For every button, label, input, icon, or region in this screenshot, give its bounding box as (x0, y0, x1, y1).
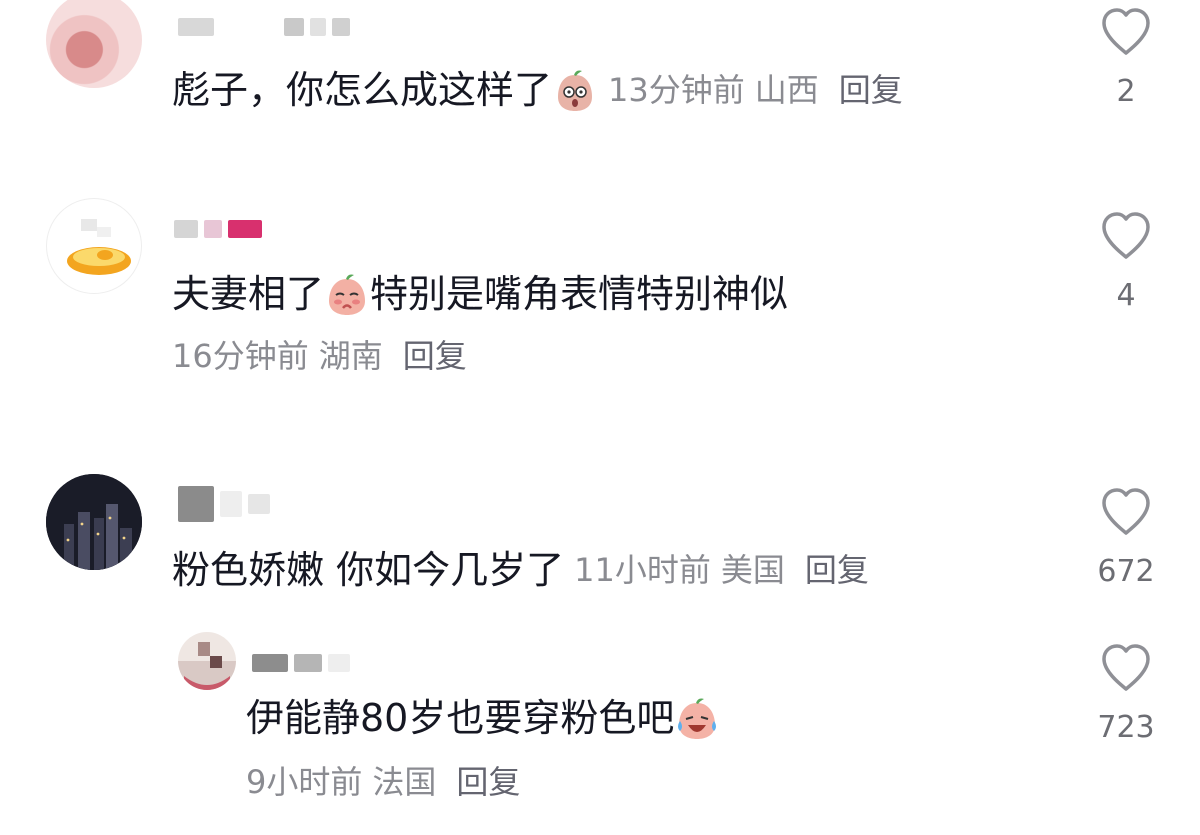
comment-text-row: 夫妻相了 特别是嘴角表情特别神似 (172, 270, 788, 318)
like-button[interactable]: 4 (1096, 210, 1156, 316)
heart-outline-icon (1102, 644, 1150, 691)
like-count: 723 (1097, 710, 1155, 745)
comment-text: 彪子，你怎么成这样了 (172, 68, 553, 112)
comment-text: 夫妻相了 (172, 272, 325, 316)
reply-time: 9小时前 (246, 763, 363, 801)
comment-item: 粉色娇嫩 你如今几岁了 11小时前 美国 回复 672 (0, 460, 1200, 610)
reply-text-row: 伊能静80岁也要穿粉色吧 (246, 694, 720, 742)
avatar-face-icon (184, 642, 230, 690)
comment-time: 16分钟前 (172, 337, 309, 375)
like-button[interactable]: 672 (1096, 486, 1156, 592)
username-blurred[interactable] (178, 14, 350, 40)
comment-item: 彪子，你怎么成这样了 13分钟前 山西 回复 2 (0, 0, 1200, 180)
peach-laugh-cry-emoji-icon (678, 698, 717, 739)
reply-button[interactable]: 回复 (456, 763, 520, 801)
reply-button[interactable]: 回复 (403, 337, 467, 375)
avatar[interactable] (46, 474, 142, 570)
comment-text-continued: 特别是嘴角表情特别神似 (370, 272, 789, 316)
comment-location: 湖南 (318, 337, 383, 375)
peach-shy-emoji-icon (329, 274, 366, 315)
comment-text-row: 粉色娇嫩 你如今几岁了 11小时前 美国 回复 (172, 546, 869, 594)
reply-text: 伊能静80岁也要穿粉色吧 (246, 696, 675, 740)
comment-meta: 13分钟前 山西 回复 (608, 70, 903, 110)
reply-item: 伊能静80岁也要穿粉色吧 9小时前 法国 回复 723 (0, 620, 1200, 835)
avatar-bird-icon (67, 219, 131, 275)
avatar-city-icon (46, 474, 142, 570)
username-blurred[interactable] (252, 650, 350, 676)
heart-outline-icon (1102, 8, 1150, 55)
avatar[interactable] (46, 0, 142, 88)
comment-location: 山西 (754, 71, 819, 109)
heart-outline-icon (1102, 488, 1150, 535)
comment-item: 夫妻相了 特别是嘴角表情特别神似 16分钟前 湖南 回复 4 (0, 190, 1200, 410)
comment-text-row: 彪子，你怎么成这样了 13分钟前 山西 回复 (172, 66, 903, 114)
avatar[interactable] (178, 632, 236, 690)
like-button[interactable]: 723 (1096, 642, 1156, 748)
reply-location: 法国 (372, 763, 437, 801)
like-button[interactable]: 2 (1096, 6, 1156, 112)
comment-meta: 16分钟前 湖南 回复 (172, 336, 467, 376)
like-count: 672 (1097, 554, 1155, 589)
comment-meta: 11小时前 美国 回复 (574, 550, 869, 590)
comment-time: 11小时前 (574, 551, 711, 589)
heart-outline-icon (1102, 212, 1150, 259)
like-count: 4 (1116, 278, 1136, 313)
reply-meta: 9小时前 法国 回复 (246, 762, 520, 802)
reply-button[interactable]: 回复 (839, 71, 903, 109)
comment-time: 13分钟前 (608, 71, 745, 109)
comment-location: 美国 (720, 551, 785, 589)
comment-text: 粉色娇嫩 你如今几岁了 (172, 548, 565, 592)
username-blurred[interactable] (174, 216, 262, 242)
peach-shocked-emoji-icon (558, 70, 593, 111)
like-count: 2 (1116, 74, 1136, 109)
username-blurred[interactable] (178, 484, 270, 524)
reply-button[interactable]: 回复 (805, 551, 869, 589)
avatar[interactable] (46, 198, 142, 294)
